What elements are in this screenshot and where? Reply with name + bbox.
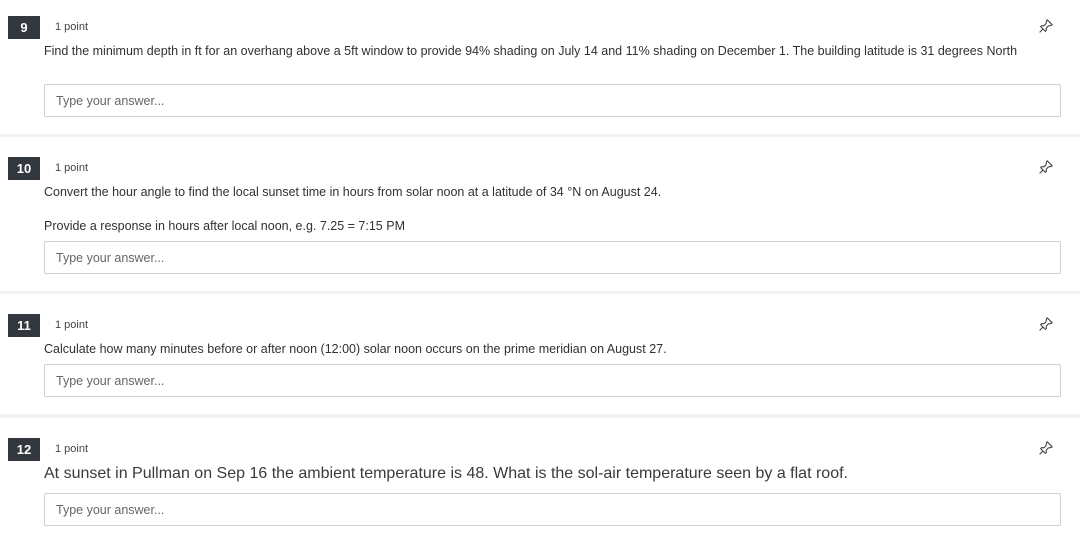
pin-icon[interactable] bbox=[1038, 18, 1054, 34]
answer-input[interactable] bbox=[44, 493, 1061, 526]
question-10: 10 1 point Convert the hour angle to fin… bbox=[0, 137, 1080, 291]
question-text: Calculate how many minutes before or aft… bbox=[44, 342, 667, 356]
question-number: 10 bbox=[8, 157, 40, 180]
pin-icon[interactable] bbox=[1038, 316, 1054, 332]
question-text: Convert the hour angle to find the local… bbox=[44, 185, 662, 199]
pin-icon[interactable] bbox=[1038, 159, 1054, 175]
question-points: 1 point bbox=[55, 443, 89, 455]
question-points: 1 point bbox=[55, 162, 89, 174]
answer-input[interactable] bbox=[44, 84, 1061, 117]
question-text: Find the minimum depth in ft for an over… bbox=[44, 44, 1018, 58]
quiz-page: 9 1 point Find the minimum depth in ft f… bbox=[0, 0, 1080, 538]
question-note: Provide a response in hours after local … bbox=[44, 219, 405, 233]
question-points: 1 point bbox=[55, 319, 89, 331]
answer-input[interactable] bbox=[44, 364, 1061, 397]
question-number: 11 bbox=[8, 314, 40, 337]
question-9: 9 1 point Find the minimum depth in ft f… bbox=[0, 0, 1080, 134]
question-number: 12 bbox=[8, 438, 40, 461]
question-number: 9 bbox=[8, 16, 40, 39]
answer-input[interactable] bbox=[44, 241, 1061, 274]
pin-icon[interactable] bbox=[1038, 440, 1054, 456]
question-text: At sunset in Pullman on Sep 16 the ambie… bbox=[44, 465, 848, 482]
question-points: 1 point bbox=[55, 21, 89, 33]
question-12: 12 1 point At sunset in Pullman on Sep 1… bbox=[0, 418, 1080, 538]
question-11: 11 1 point Calculate how many minutes be… bbox=[0, 294, 1080, 414]
